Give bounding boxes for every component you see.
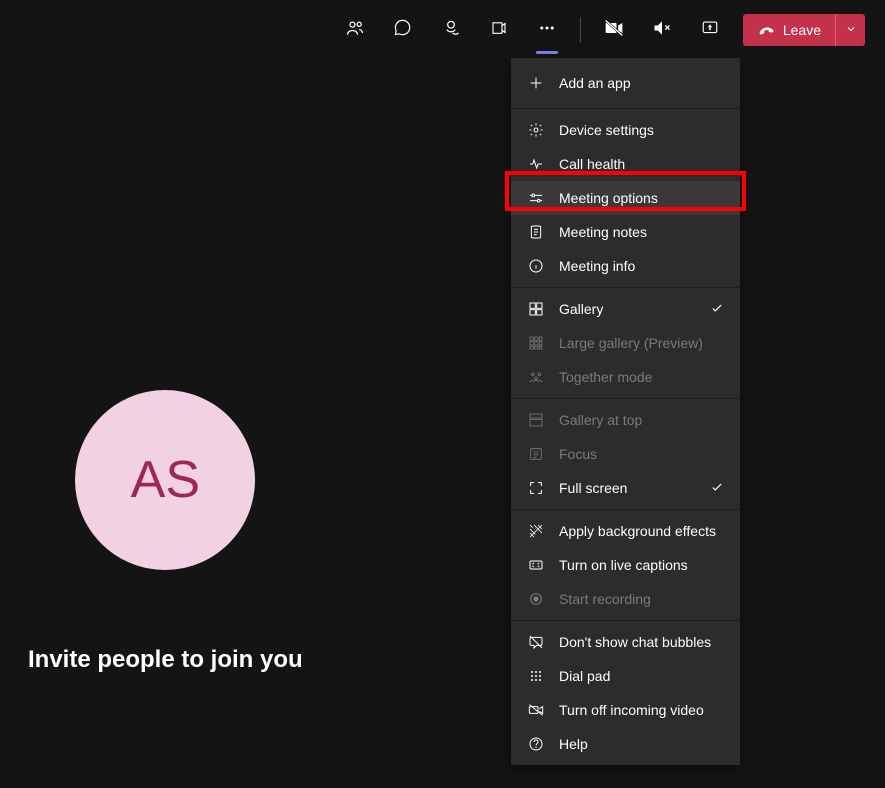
camera-off-icon — [604, 18, 624, 43]
menu-focus: Focus — [511, 437, 740, 471]
menu-label: Full screen — [559, 480, 627, 496]
people-icon — [345, 18, 365, 43]
menu-label: Help — [559, 736, 588, 752]
camera-button[interactable] — [593, 12, 635, 48]
plus-icon — [527, 74, 545, 92]
menu-label: Gallery — [559, 301, 603, 317]
menu-label: Add an app — [559, 75, 631, 91]
mic-button[interactable] — [641, 12, 683, 48]
more-actions-menu: Add an app Device settings Call health M… — [511, 58, 740, 765]
gallery-top-icon — [527, 411, 545, 429]
menu-large-gallery: Large gallery (Preview) — [511, 326, 740, 360]
menu-meeting-info[interactable]: Meeting info — [511, 249, 740, 283]
chat-button[interactable] — [382, 12, 424, 48]
hand-smile-icon — [441, 18, 461, 43]
menu-label: Call health — [559, 156, 625, 172]
menu-background-effects[interactable]: Apply background effects — [511, 514, 740, 548]
menu-label: Start recording — [559, 591, 651, 607]
leave-dropdown-button[interactable] — [835, 14, 865, 46]
captions-icon — [527, 556, 545, 574]
sliders-icon — [527, 189, 545, 207]
share-screen-icon — [701, 19, 719, 42]
record-icon — [527, 590, 545, 608]
chat-bubble-off-icon — [527, 633, 545, 651]
together-icon — [527, 368, 545, 386]
check-icon — [710, 480, 724, 497]
menu-meeting-options[interactable]: Meeting options — [511, 181, 740, 215]
menu-label: Meeting options — [559, 190, 658, 206]
menu-chat-bubbles[interactable]: Don't show chat bubbles — [511, 625, 740, 659]
active-indicator — [536, 51, 558, 54]
menu-label: Turn off incoming video — [559, 702, 704, 718]
menu-live-captions[interactable]: Turn on live captions — [511, 548, 740, 582]
more-icon — [538, 19, 556, 42]
chevron-down-icon — [845, 23, 857, 38]
large-gallery-icon — [527, 334, 545, 352]
menu-label: Together mode — [559, 369, 652, 385]
menu-gallery-top: Gallery at top — [511, 403, 740, 437]
meeting-toolbar: Leave — [334, 12, 865, 48]
menu-label: Dial pad — [559, 668, 610, 684]
participants-button[interactable] — [334, 12, 376, 48]
menu-label: Focus — [559, 446, 597, 462]
focus-icon — [527, 445, 545, 463]
invite-message: Invite people to join you — [28, 646, 303, 674]
menu-label: Large gallery (Preview) — [559, 335, 703, 351]
gear-icon — [527, 121, 545, 139]
rooms-icon — [490, 19, 508, 42]
menu-start-recording: Start recording — [511, 582, 740, 616]
health-icon — [527, 155, 545, 173]
help-icon — [527, 735, 545, 753]
menu-label: Don't show chat bubbles — [559, 634, 711, 650]
menu-device-settings[interactable]: Device settings — [511, 113, 740, 147]
menu-dial-pad[interactable]: Dial pad — [511, 659, 740, 693]
hangup-icon — [757, 20, 775, 41]
menu-gallery[interactable]: Gallery — [511, 292, 740, 326]
toolbar-divider — [580, 17, 581, 43]
menu-help[interactable]: Help — [511, 727, 740, 761]
leave-label: Leave — [783, 22, 821, 38]
menu-meeting-notes[interactable]: Meeting notes — [511, 215, 740, 249]
dialpad-icon — [527, 667, 545, 685]
share-button[interactable] — [689, 12, 731, 48]
fullscreen-icon — [527, 479, 545, 497]
speaker-mute-icon — [652, 18, 672, 43]
menu-call-health[interactable]: Call health — [511, 147, 740, 181]
video-off-icon — [527, 701, 545, 719]
meeting-stage: AS Invite people to join you — [28, 390, 303, 674]
menu-turn-off-video[interactable]: Turn off incoming video — [511, 693, 740, 727]
chat-icon — [393, 18, 412, 42]
leave-button[interactable]: Leave — [743, 14, 835, 46]
menu-label: Device settings — [559, 122, 654, 138]
menu-full-screen[interactable]: Full screen — [511, 471, 740, 505]
menu-label: Meeting notes — [559, 224, 647, 240]
gallery-icon — [527, 300, 545, 318]
info-icon — [527, 257, 545, 275]
avatar-initials: AS — [131, 450, 200, 510]
menu-together-mode: Together mode — [511, 360, 740, 394]
reactions-button[interactable] — [430, 12, 472, 48]
participant-avatar: AS — [75, 390, 255, 570]
menu-label: Apply background effects — [559, 523, 716, 539]
background-icon — [527, 522, 545, 540]
menu-label: Gallery at top — [559, 412, 642, 428]
menu-label: Meeting info — [559, 258, 635, 274]
check-icon — [710, 301, 724, 318]
more-actions-button[interactable] — [526, 12, 568, 48]
leave-button-group: Leave — [743, 14, 865, 46]
menu-label: Turn on live captions — [559, 557, 688, 573]
rooms-button[interactable] — [478, 12, 520, 48]
notes-icon — [527, 223, 545, 241]
menu-add-app[interactable]: Add an app — [511, 62, 740, 104]
